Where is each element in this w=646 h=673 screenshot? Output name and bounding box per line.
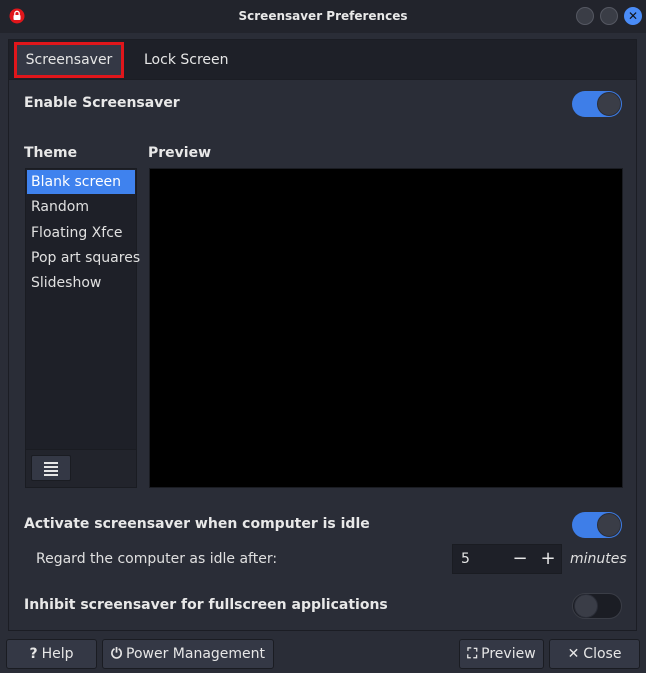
inhibit-fullscreen-switch[interactable] <box>572 593 622 619</box>
inhibit-fullscreen-label: Inhibit screensaver for fullscreen appli… <box>24 597 388 613</box>
tab-notebook: Screensaver Lock Screen Enable Screensav… <box>8 39 637 631</box>
increment-button[interactable]: + <box>535 546 561 572</box>
power-icon: ⏻ <box>110 646 123 662</box>
enable-screensaver-label: Enable Screensaver <box>24 95 180 111</box>
theme-preview-area <box>149 168 623 488</box>
help-button[interactable]: ? Help <box>6 639 97 669</box>
minutes-unit-label: minutes <box>570 551 627 567</box>
preview-heading: Preview <box>148 145 212 161</box>
theme-item-blank-screen[interactable]: Blank screen <box>27 170 135 194</box>
tab-bar: Screensaver Lock Screen <box>9 40 636 80</box>
title-bar[interactable]: Screensaver Preferences ✕ <box>0 0 646 33</box>
enable-screensaver-switch[interactable] <box>572 91 622 117</box>
list-menu-icon <box>44 462 58 476</box>
theme-item-floating-xfce[interactable]: Floating Xfce <box>27 221 135 245</box>
theme-list-toolbar <box>25 450 137 488</box>
screensaver-preferences-window: Screensaver Preferences ✕ Screensaver Lo… <box>0 0 646 673</box>
theme-item-random[interactable]: Random <box>27 195 135 219</box>
close-button-label: Close <box>583 646 622 662</box>
idle-minutes-value[interactable]: 5 <box>461 551 470 567</box>
theme-item-pop-art-squares[interactable]: Pop art squares <box>27 246 140 270</box>
theme-list[interactable]: Blank screen Random Floating Xfce Pop ar… <box>25 168 140 450</box>
switch-knob <box>597 92 621 116</box>
decrement-button[interactable]: − <box>507 546 533 572</box>
window-title: Screensaver Preferences <box>238 9 408 23</box>
power-management-button[interactable]: ⏻ Power Management <box>102 639 274 669</box>
power-management-label: Power Management <box>126 646 266 662</box>
tab-lock-screen[interactable]: Lock Screen <box>144 45 234 75</box>
theme-settings-button[interactable] <box>31 455 71 481</box>
idle-minutes-stepper[interactable]: 5 − + <box>452 544 562 574</box>
help-button-label: Help <box>41 646 74 662</box>
theme-heading: Theme <box>24 145 78 161</box>
switch-knob <box>597 513 621 537</box>
close-button[interactable]: ✕ Close <box>549 639 640 669</box>
switch-knob <box>574 594 598 618</box>
idle-activate-label: Activate screensaver when computer is id… <box>24 516 370 532</box>
close-icon: ✕ <box>567 646 580 662</box>
maximize-button[interactable] <box>600 7 618 25</box>
preview-button-label: Preview <box>481 646 536 662</box>
idle-after-label: Regard the computer as idle after: <box>36 551 278 567</box>
preview-button[interactable]: ⛶ Preview <box>459 639 544 669</box>
help-icon: ? <box>29 646 38 662</box>
tab-screensaver[interactable]: Screensaver <box>14 42 124 78</box>
theme-item-slideshow[interactable]: Slideshow <box>27 271 135 295</box>
window-close-button[interactable]: ✕ <box>624 7 642 25</box>
idle-activate-switch[interactable] <box>572 512 622 538</box>
fullscreen-icon: ⛶ <box>467 646 478 662</box>
minimize-button[interactable] <box>576 7 594 25</box>
